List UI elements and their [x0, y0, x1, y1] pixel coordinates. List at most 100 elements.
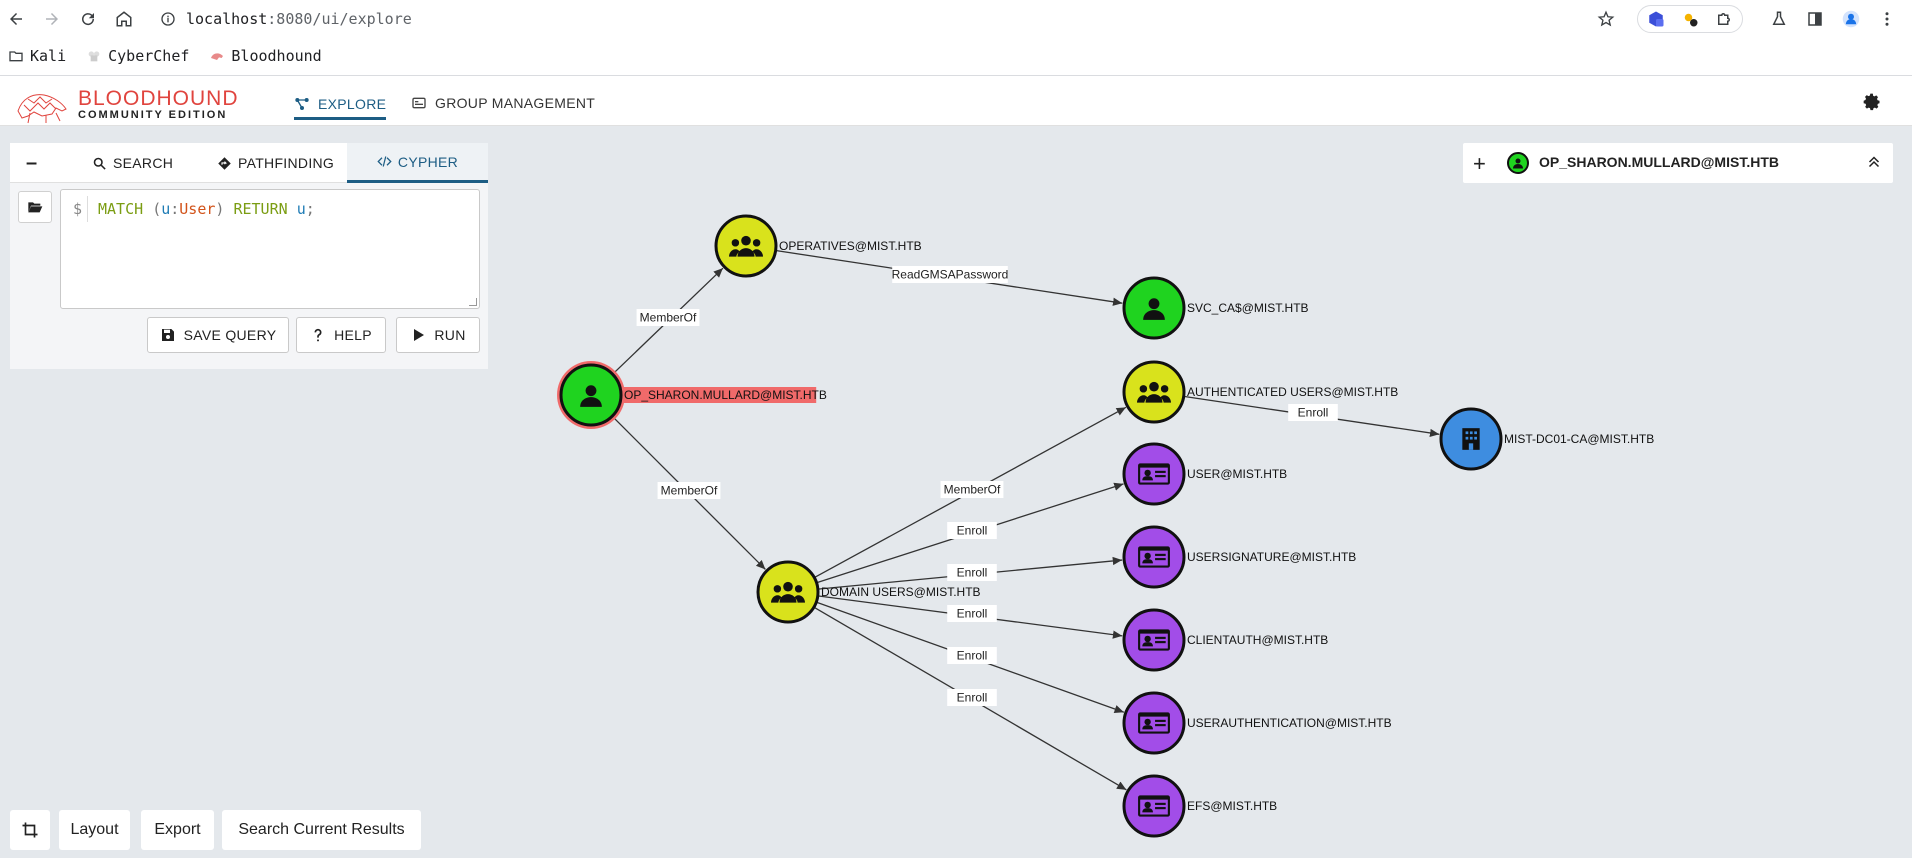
folder-open-icon [28, 202, 43, 213]
cypher-token: MATCH [98, 200, 153, 218]
chevron-double-up-icon[interactable] [1865, 153, 1883, 171]
node-circle [714, 214, 778, 278]
edge-label: MemberOf [661, 484, 718, 498]
nav-tab-group-management[interactable]: GROUP MANAGEMENT [411, 90, 595, 116]
graph-node-userauth[interactable]: USERAUTHENTICATION@MIST.HTB [1122, 691, 1392, 755]
graph-node-user[interactable]: USER@MIST.HTB [1122, 442, 1287, 506]
explore-canvas[interactable]: MemberOf MemberOf ReadGMSAPassword MemberOf… [0, 127, 1912, 858]
crop-icon [22, 822, 38, 838]
graph-node-ca[interactable]: MIST-DC01-CA@MIST.HTB [1439, 407, 1654, 471]
route-diamond-icon [218, 156, 231, 170]
bloodhound-logo[interactable]: BLOODHOUND COMMUNITY EDITION [16, 85, 239, 125]
selected-node-panel[interactable]: + OP_SHARON.MULLARD@MIST.HTB [1463, 143, 1893, 183]
node-label: OP_SHARON.MULLARD@MIST.HTB [624, 388, 827, 402]
side-panel-icon[interactable] [1803, 7, 1827, 31]
help-button[interactable]: HELP [296, 317, 386, 353]
node-circle [756, 560, 820, 624]
edge-label: Enroll [957, 607, 988, 621]
graph-node-efs[interactable]: EFS@MIST.HTB [1122, 774, 1277, 838]
edge-label: MemberOf [640, 311, 697, 325]
labs-flask-icon[interactable] [1767, 7, 1791, 31]
run-button[interactable]: RUN [396, 317, 480, 353]
code-icon [377, 156, 392, 167]
bookmark-cyberchef[interactable]: CyberChef [86, 47, 189, 65]
template-node-icon [1138, 463, 1170, 485]
node-label: EFS@MIST.HTB [1187, 799, 1277, 813]
bookmark-label: CyberChef [108, 47, 190, 65]
cypher-token: u [296, 200, 306, 218]
node-label: SVC_CA$@MIST.HTB [1187, 301, 1309, 315]
bookmark-label: Kali [30, 47, 67, 65]
question-icon [314, 328, 322, 342]
collapse-panel-button[interactable]: – [26, 143, 37, 183]
bookmark-bloodhound[interactable]: Bloodhound [209, 47, 322, 65]
info-icon[interactable] [160, 11, 176, 27]
cypher-query-editor[interactable]: $ MATCH (u:User) RETURN u; [60, 189, 480, 309]
query-panel: – SEARCH PATHFINDING CYPHER $ MATCH (u:U… [10, 143, 488, 369]
bookmark-kali[interactable]: Kali [8, 47, 66, 65]
template-node-icon [1138, 795, 1170, 817]
url-path: :8080/ui/explore [267, 10, 412, 28]
cypher-token: ; [305, 200, 315, 218]
node-label: AUTHENTICATED USERS@MIST.HTB [1187, 385, 1398, 399]
expand-plus-icon[interactable]: + [1473, 151, 1486, 177]
home-icon[interactable] [112, 7, 136, 31]
extension-badge-icon[interactable] [1644, 7, 1668, 31]
node-label: MIST-DC01-CA@MIST.HTB [1504, 432, 1654, 446]
save-disk-icon [161, 329, 174, 341]
fit-graph-button[interactable] [10, 810, 50, 850]
template-node-icon [1138, 629, 1170, 651]
template-node-icon [1138, 712, 1170, 734]
node-label: USER@MIST.HTB [1187, 467, 1287, 481]
address-bar[interactable]: localhost:8080/ui/explore [160, 8, 412, 30]
search-current-results-button[interactable]: Search Current Results [222, 810, 421, 850]
play-icon [414, 329, 425, 341]
tab-label: CYPHER [397, 153, 459, 170]
graph-node-usersig[interactable]: USERSIGNATURE@MIST.HTB [1122, 525, 1356, 589]
graph-node-svcca[interactable]: SVC_CA$@MIST.HTB [1122, 276, 1309, 340]
edge-label: Enroll [1298, 406, 1329, 420]
chef-hat-icon [88, 51, 100, 62]
extensions-puzzle-icon[interactable] [1712, 7, 1736, 31]
node-circle [1122, 360, 1186, 424]
explore-graph-icon [295, 97, 309, 110]
tab-pathfinding[interactable]: PATHFINDING [217, 143, 334, 183]
cypher-body: $ MATCH (u:User) RETURN u; SAVE QUERY HE… [10, 183, 488, 369]
reload-icon[interactable] [76, 7, 100, 31]
node-label: USERSIGNATURE@MIST.HTB [1187, 550, 1356, 564]
edge-label: Enroll [957, 649, 988, 663]
logo-subtitle: COMMUNITY EDITION [78, 109, 228, 121]
template-node-icon [1138, 546, 1170, 568]
cypher-token: : [170, 200, 180, 218]
nav-tab-label: EXPLORE [318, 95, 387, 112]
folder-icon [9, 51, 23, 62]
saved-queries-button[interactable] [18, 191, 52, 223]
resize-handle-icon[interactable] [469, 298, 477, 306]
extension-sun-icon[interactable] [1678, 7, 1702, 31]
tab-label: PATHFINDING [238, 155, 335, 171]
export-button[interactable]: Export [141, 810, 214, 850]
tab-search[interactable]: SEARCH [92, 143, 173, 183]
node-label: OPERATIVES@MIST.HTB [779, 239, 922, 253]
graph-node-authusers[interactable]: AUTHENTICATED USERS@MIST.HTB [1122, 360, 1398, 424]
edge-label: MemberOf [944, 483, 1001, 497]
graph-node-sharon[interactable]: OP_SHARON.MULLARD@MIST.HTB [557, 361, 827, 429]
save-query-button[interactable]: SAVE QUERY [147, 317, 289, 353]
forward-icon[interactable] [40, 7, 64, 31]
back-icon[interactable] [4, 7, 28, 31]
browser-toolbar: localhost:8080/ui/explore [0, 0, 1912, 38]
query-tabs: – SEARCH PATHFINDING CYPHER [10, 143, 488, 183]
profile-avatar-icon[interactable] [1839, 7, 1863, 31]
nav-tab-explore[interactable]: EXPLORE [294, 90, 387, 120]
cypher-token: ( [152, 200, 162, 218]
settings-gear-icon[interactable] [1862, 92, 1882, 112]
layout-button[interactable]: Layout [59, 810, 130, 850]
bookmarks-bar: Kali CyberChef Bloodhound [0, 42, 322, 70]
cypher-token: RETURN [233, 200, 297, 218]
tab-cypher[interactable]: CYPHER [347, 143, 488, 183]
bookmark-star-icon[interactable] [1594, 7, 1618, 31]
menu-kebab-icon[interactable] [1875, 7, 1899, 31]
graph-node-clientauth[interactable]: CLIENTAUTH@MIST.HTB [1122, 608, 1328, 672]
node-label: CLIENTAUTH@MIST.HTB [1187, 633, 1328, 647]
nav-tab-label: GROUP MANAGEMENT [435, 95, 596, 111]
